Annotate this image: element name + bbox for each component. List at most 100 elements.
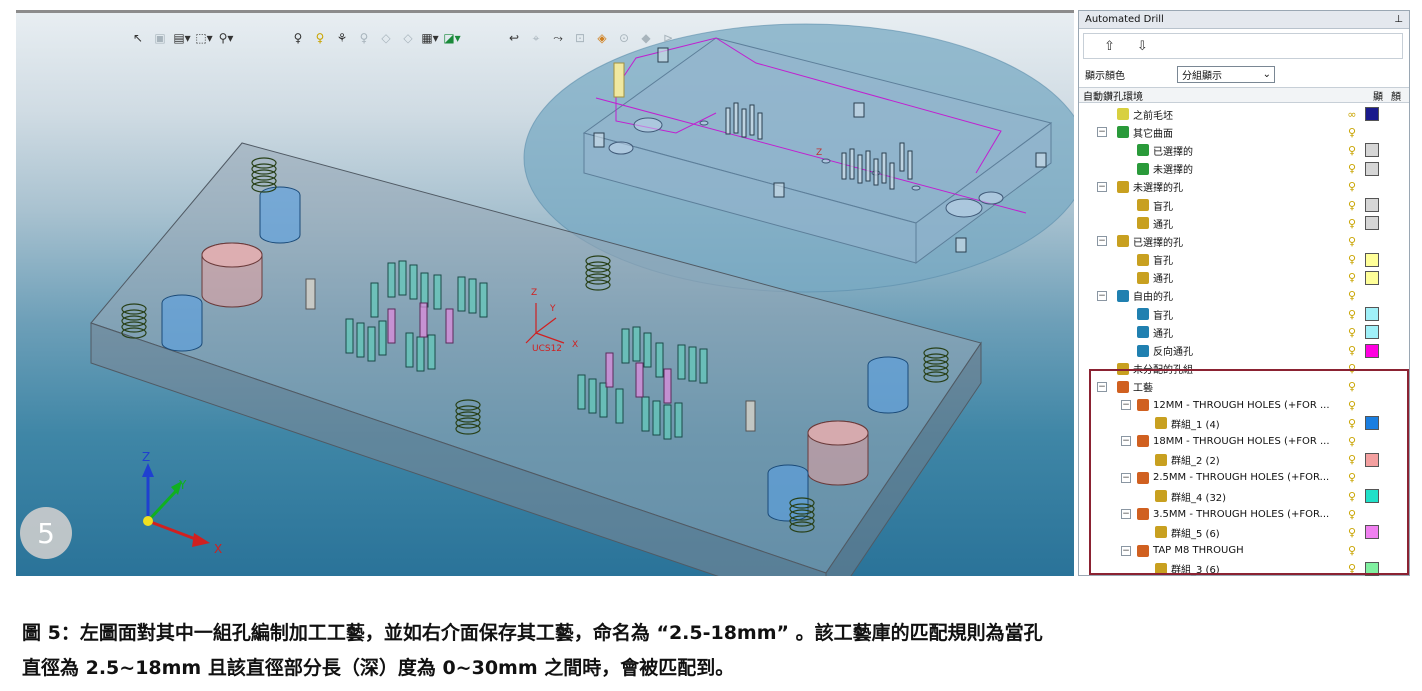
visibility-bulb-icon[interactable]: ♀ bbox=[1347, 562, 1357, 575]
arrow-left-icon[interactable]: ◇ bbox=[376, 29, 396, 47]
part-model[interactable]: Z Z Y X UCS12 Z Y X bbox=[16, 13, 1074, 576]
collapse-toggle-icon[interactable]: − bbox=[1097, 181, 1107, 192]
visibility-bulb-icon[interactable]: ♀ bbox=[1347, 180, 1357, 193]
color-swatch[interactable] bbox=[1365, 307, 1379, 322]
tree-row[interactable]: 之前毛坯 ∞ bbox=[1079, 105, 1409, 123]
faint-tool-2-icon[interactable]: ⊡ bbox=[570, 29, 590, 47]
box-select-icon[interactable]: ⬚▾ bbox=[194, 29, 214, 47]
color-swatch[interactable] bbox=[1365, 325, 1379, 340]
visibility-bulb-icon[interactable]: ♀ bbox=[1347, 235, 1357, 248]
tree-row[interactable]: − 3.5MM - THROUGH HOLES (+FOR... ♀ bbox=[1079, 505, 1409, 523]
multi-bulb-icon[interactable]: ⚘ bbox=[332, 29, 352, 47]
collapse-toggle-icon[interactable]: − bbox=[1121, 400, 1131, 411]
visibility-bulb-icon[interactable]: ♀ bbox=[1347, 399, 1357, 412]
bulb-icon[interactable]: ♀ bbox=[288, 29, 308, 47]
visibility-bulb-icon[interactable]: ♀ bbox=[1347, 308, 1357, 321]
visibility-bulb-icon[interactable]: ♀ bbox=[1347, 453, 1357, 466]
collapse-toggle-icon[interactable]: − bbox=[1097, 381, 1107, 392]
tree-row[interactable]: 群組_1 (4) ♀ bbox=[1079, 414, 1409, 432]
bulb-off-icon[interactable]: ♀ bbox=[354, 29, 374, 47]
tree-row[interactable]: 盲孔 ♀ bbox=[1079, 251, 1409, 269]
tree-row[interactable]: − 2.5MM - THROUGH HOLES (+FOR... ♀ bbox=[1079, 469, 1409, 487]
color-swatch[interactable] bbox=[1365, 561, 1379, 576]
tree-row[interactable]: 通孔 ♀ bbox=[1079, 269, 1409, 287]
tree-row[interactable]: − 其它曲面 ♀ bbox=[1079, 123, 1409, 141]
visibility-bulb-icon[interactable]: ♀ bbox=[1347, 344, 1357, 357]
visibility-bulb-icon[interactable]: ♀ bbox=[1347, 144, 1357, 157]
color-swatch[interactable] bbox=[1365, 107, 1379, 122]
display-color-select[interactable]: 分組顯示 ⌄ bbox=[1177, 65, 1275, 83]
view-menu-icon[interactable]: ▤▾ bbox=[172, 29, 192, 47]
tree-row[interactable]: − 12MM - THROUGH HOLES (+FOR ... ♀ bbox=[1079, 396, 1409, 414]
color-swatch[interactable] bbox=[1365, 343, 1379, 358]
visibility-bulb-icon[interactable]: ♀ bbox=[1347, 289, 1357, 302]
visibility-bulb-icon[interactable]: ♀ bbox=[1347, 126, 1357, 139]
faint-tool-1-icon[interactable]: ⌖ bbox=[526, 29, 546, 47]
layer-icon[interactable]: ▦▾ bbox=[420, 29, 440, 47]
faint-tool-4-icon[interactable]: ◆ bbox=[636, 29, 656, 47]
collapse-toggle-icon[interactable]: − bbox=[1097, 236, 1107, 247]
move-up-icon[interactable]: ⇧ bbox=[1104, 39, 1115, 54]
visibility-bulb-icon[interactable]: ♀ bbox=[1347, 162, 1357, 175]
color-swatch[interactable] bbox=[1365, 416, 1379, 431]
filter-icon[interactable]: ⚲▾ bbox=[216, 29, 236, 47]
color-swatch[interactable] bbox=[1365, 216, 1379, 231]
visibility-bulb-icon[interactable]: ♀ bbox=[1347, 217, 1357, 230]
bulb-on-icon[interactable]: ♀ bbox=[310, 29, 330, 47]
collapse-toggle-icon[interactable]: − bbox=[1097, 127, 1107, 138]
tree-row[interactable]: − 18MM - THROUGH HOLES (+FOR ... ♀ bbox=[1079, 432, 1409, 450]
visibility-bulb-icon[interactable]: ♀ bbox=[1347, 326, 1357, 339]
select-x-icon[interactable]: ↖ bbox=[128, 29, 148, 47]
tree-row[interactable]: − 未選擇的孔 ♀ bbox=[1079, 178, 1409, 196]
collapse-toggle-icon[interactable]: − bbox=[1097, 290, 1107, 301]
tree-row[interactable]: 通孔 ♀ bbox=[1079, 323, 1409, 341]
tree-row[interactable]: − 自由的孔 ♀ bbox=[1079, 287, 1409, 305]
tree-row[interactable]: 已選擇的 ♀ bbox=[1079, 141, 1409, 159]
undo-icon[interactable]: ↩ bbox=[504, 29, 524, 47]
color-swatch[interactable] bbox=[1365, 161, 1379, 176]
tree-row[interactable]: 盲孔 ♀ bbox=[1079, 305, 1409, 323]
visibility-bulb-icon[interactable]: ♀ bbox=[1347, 508, 1357, 521]
tree-row[interactable]: 群組_4 (32) ♀ bbox=[1079, 487, 1409, 505]
move-down-icon[interactable]: ⇩ bbox=[1137, 39, 1148, 54]
collapse-toggle-icon[interactable]: − bbox=[1121, 436, 1131, 447]
visibility-bulb-icon[interactable]: ♀ bbox=[1347, 544, 1357, 557]
view-box-icon[interactable]: ▣ bbox=[150, 29, 170, 47]
arrow-right-icon[interactable]: ◇ bbox=[398, 29, 418, 47]
color-swatch[interactable] bbox=[1365, 525, 1379, 540]
visibility-bulb-icon[interactable]: ♀ bbox=[1347, 490, 1357, 503]
collapse-toggle-icon[interactable]: − bbox=[1121, 472, 1131, 483]
visibility-bulb-icon[interactable]: ♀ bbox=[1347, 380, 1357, 393]
tree-row[interactable]: 群組_3 (6) ♀ bbox=[1079, 560, 1409, 578]
visibility-bulb-icon[interactable]: ♀ bbox=[1347, 526, 1357, 539]
collapse-toggle-icon[interactable]: − bbox=[1121, 545, 1131, 556]
tree-row[interactable]: − 工藝 ♀ bbox=[1079, 378, 1409, 396]
tree-row[interactable]: 盲孔 ♀ bbox=[1079, 196, 1409, 214]
tree-row[interactable]: − TAP M8 THROUGH ♀ bbox=[1079, 542, 1409, 560]
tree-row[interactable]: 通孔 ♀ bbox=[1079, 214, 1409, 232]
export-icon[interactable]: ◪▾ bbox=[442, 29, 462, 47]
visibility-bulb-icon[interactable]: ∞ bbox=[1347, 108, 1357, 121]
tree-row[interactable]: 群組_2 (2) ♀ bbox=[1079, 451, 1409, 469]
color-swatch[interactable] bbox=[1365, 489, 1379, 504]
tree-row[interactable]: 未分配的孔組 ♀ bbox=[1079, 360, 1409, 378]
color-swatch[interactable] bbox=[1365, 452, 1379, 467]
visibility-bulb-icon[interactable]: ♀ bbox=[1347, 362, 1357, 375]
faint-tool-5-icon[interactable]: ⊳ bbox=[658, 29, 678, 47]
color-swatch[interactable] bbox=[1365, 270, 1379, 285]
tree-row[interactable]: 未選擇的 ♀ bbox=[1079, 160, 1409, 178]
tree-row[interactable]: 群組_5 (6) ♀ bbox=[1079, 523, 1409, 541]
visibility-bulb-icon[interactable]: ♀ bbox=[1347, 253, 1357, 266]
3d-viewport[interactable]: Z Z Y X UCS12 Z Y X ↖ ▣ ▤▾ ⬚▾ ⚲▾ ♀ ♀ ⚘ ♀… bbox=[16, 10, 1074, 576]
visibility-bulb-icon[interactable]: ♀ bbox=[1347, 199, 1357, 212]
tree-row[interactable]: − 已選擇的孔 ♀ bbox=[1079, 232, 1409, 250]
path-icon[interactable]: ⤳ bbox=[548, 29, 568, 47]
pin-icon[interactable]: ⊥ bbox=[1394, 14, 1403, 25]
visibility-bulb-icon[interactable]: ♀ bbox=[1347, 417, 1357, 430]
visibility-bulb-icon[interactable]: ♀ bbox=[1347, 435, 1357, 448]
faint-tool-3-icon[interactable]: ⊙ bbox=[614, 29, 634, 47]
visibility-bulb-icon[interactable]: ♀ bbox=[1347, 471, 1357, 484]
visibility-bulb-icon[interactable]: ♀ bbox=[1347, 271, 1357, 284]
color-swatch[interactable] bbox=[1365, 198, 1379, 213]
tree-row[interactable]: 反向通孔 ♀ bbox=[1079, 341, 1409, 359]
